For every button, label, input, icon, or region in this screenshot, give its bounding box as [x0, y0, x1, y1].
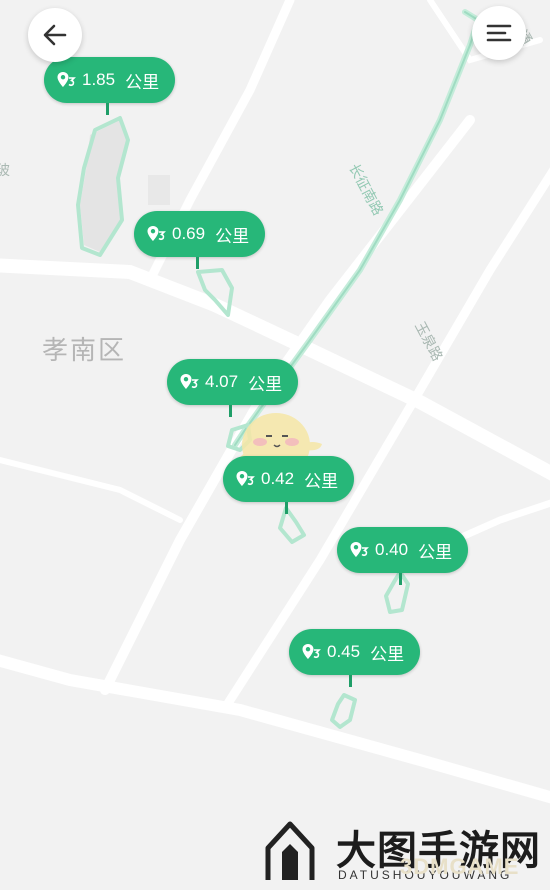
route-marker-6[interactable]: 0.45 公里 — [289, 629, 421, 675]
arrow-left-icon — [43, 24, 67, 46]
district-label: 孝南区 — [42, 335, 127, 365]
back-button[interactable] — [28, 8, 82, 62]
marker-stem — [106, 103, 109, 115]
route-pin-icon — [236, 471, 255, 486]
marker-unit: 公里 — [418, 542, 453, 562]
marker-distance: 4.07 — [205, 372, 239, 391]
route-marker-4[interactable]: 0.42 公里 — [223, 456, 355, 502]
route-pin-icon — [57, 72, 76, 87]
menu-button[interactable] — [472, 6, 526, 60]
road-label-left-edge: 玻 — [0, 162, 10, 178]
watermark-brand: 3DMGAME — [400, 854, 520, 879]
marker-stem — [285, 502, 288, 514]
route-marker-2[interactable]: 0.69 公里 — [134, 211, 266, 257]
marker-stem — [399, 573, 402, 585]
marker-unit: 公里 — [125, 72, 160, 92]
marker-unit: 公里 — [248, 374, 283, 394]
marker-unit: 公里 — [370, 644, 405, 664]
route-pin-icon — [302, 644, 321, 659]
route-pin-icon — [180, 374, 199, 389]
route-pin-icon — [147, 226, 166, 241]
route-marker-3[interactable]: 4.07 公里 — [167, 359, 299, 405]
marker-stem — [349, 675, 352, 687]
marker-unit: 公里 — [304, 471, 339, 491]
marker-stem — [196, 257, 199, 269]
marker-distance: 0.69 — [172, 224, 206, 243]
marker-distance: 0.40 — [375, 540, 409, 559]
marker-distance: 0.42 — [261, 469, 295, 488]
watermark: 大图手游网 DATUSHOUYOUWANG 3DMGAME — [262, 818, 542, 884]
watermark-logo — [265, 821, 315, 880]
marker-stem — [229, 405, 232, 417]
marker-distance: 0.45 — [327, 642, 361, 661]
marker-unit: 公里 — [215, 226, 250, 246]
marker-distance: 1.85 — [82, 70, 116, 89]
route-marker-5[interactable]: 0.40 公里 — [337, 527, 469, 573]
route-pin-icon — [350, 542, 369, 557]
menu-icon — [486, 24, 512, 42]
route-marker-1[interactable]: 1.85 公里 — [44, 57, 176, 103]
